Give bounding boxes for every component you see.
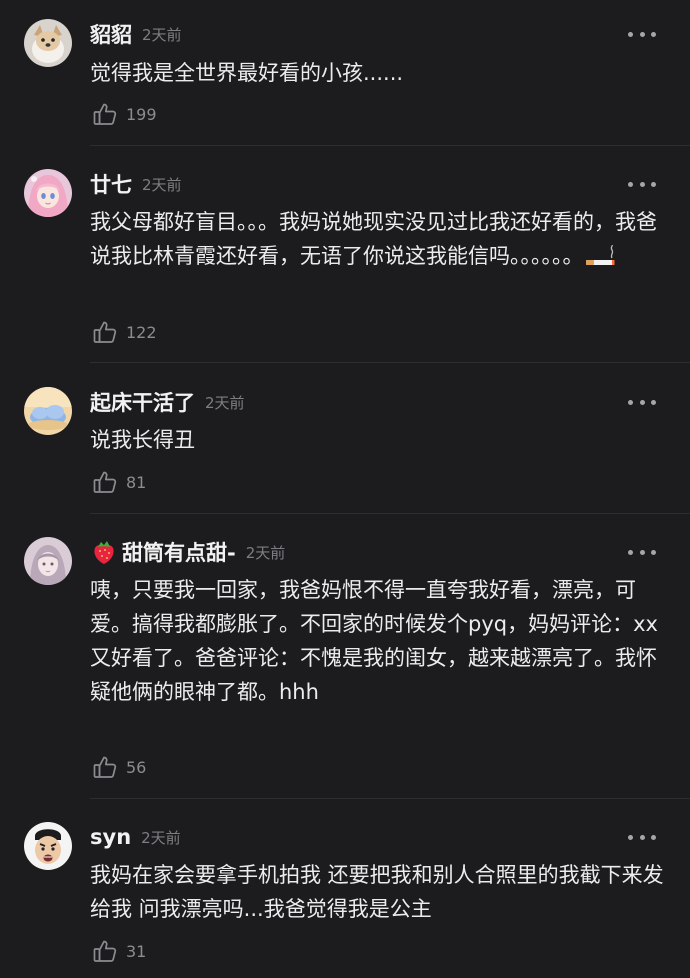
like-button[interactable]: 199 — [92, 100, 157, 128]
like-button[interactable]: 31 — [92, 937, 146, 965]
dot — [651, 834, 656, 840]
dot — [628, 834, 633, 840]
dog-avatar-icon[interactable] — [24, 19, 72, 67]
dot — [651, 31, 656, 37]
like-button[interactable]: 81 — [92, 468, 146, 496]
dot — [639, 834, 645, 840]
dot — [639, 181, 645, 187]
comment-text: 我父母都好盲目。。。我妈说她现实没见过比我还好看的，我爸说我比林青霞还好看，无语… — [90, 205, 668, 273]
timestamp: 2天前 — [141, 828, 181, 847]
dot — [628, 549, 633, 555]
like-button[interactable]: 56 — [92, 753, 146, 781]
meme-face-avatar-icon[interactable] — [24, 822, 72, 870]
comment-text: 我妈在家会要拿手机拍我 还要把我和别人合照里的我截下来发给我 问我漂亮吗...我… — [90, 863, 664, 921]
username[interactable]: syn — [90, 825, 131, 849]
like-count: 31 — [126, 941, 147, 961]
comment-text-content: 我父母都好盲目。。。我妈说她现实没见过比我还好看的，我爸说我比林青霞还好看，无语… — [90, 210, 657, 268]
cloud-avatar-icon[interactable] — [24, 387, 72, 435]
dot — [628, 31, 633, 37]
timestamp: 2天前 — [245, 543, 286, 562]
like-count: 56 — [126, 757, 147, 777]
username[interactable]: 貂貂 — [90, 19, 132, 49]
dot — [639, 399, 645, 405]
cigarette-emoji — [584, 244, 616, 269]
timestamp: 2天前 — [142, 25, 182, 44]
comment-text: 觉得我是全世界最好看的小孩...... — [90, 61, 404, 85]
comment-header: 貂貂 2天前 — [90, 19, 182, 49]
username[interactable]: 廿七 — [90, 169, 132, 199]
comment-header: 起床干活了 2天前 — [90, 387, 245, 417]
thumbs-up-icon — [92, 319, 118, 345]
anime-girl-avatar-icon[interactable] — [24, 169, 72, 217]
dot — [628, 181, 633, 187]
comment-text: 说我长得丑 — [90, 428, 195, 452]
dot — [628, 399, 633, 405]
divider — [90, 513, 690, 514]
like-count: 81 — [126, 472, 147, 492]
more-options-icon[interactable] — [628, 19, 656, 49]
divider — [90, 145, 690, 146]
comment-header: syn 2天前 — [90, 822, 181, 852]
more-options-icon[interactable] — [628, 537, 656, 567]
dot — [639, 549, 645, 555]
thumbs-up-icon — [92, 469, 118, 495]
more-options-icon[interactable] — [628, 169, 656, 199]
dot — [651, 399, 656, 405]
dot — [651, 549, 656, 555]
comment-header: 廿七 2天前 — [90, 169, 182, 199]
like-count: 199 — [126, 104, 157, 124]
more-options-icon[interactable] — [628, 387, 656, 417]
username[interactable]: 起床干活了 — [90, 387, 195, 417]
thumbs-up-icon — [92, 754, 118, 780]
girl-avatar-icon[interactable] — [24, 537, 72, 585]
username[interactable]: 甜筒有点甜- — [122, 537, 236, 567]
divider — [90, 362, 690, 363]
like-button[interactable]: 122 — [92, 318, 157, 346]
like-count: 122 — [126, 322, 157, 342]
strawberry-emoji — [90, 538, 118, 566]
thumbs-up-icon — [92, 101, 118, 127]
dot — [651, 181, 656, 187]
dot — [639, 31, 645, 37]
comment-header: 甜筒有点甜- 2天前 — [90, 537, 285, 567]
more-options-icon[interactable] — [628, 822, 656, 852]
timestamp: 2天前 — [205, 393, 245, 412]
comment-text: 咦，只要我一回家，我爸妈恨不得一直夸我好看，漂亮，可爱。搞得我都膨胀了。不回家的… — [90, 578, 658, 704]
timestamp: 2天前 — [142, 175, 182, 194]
thumbs-up-icon — [92, 938, 118, 964]
divider — [90, 798, 690, 799]
